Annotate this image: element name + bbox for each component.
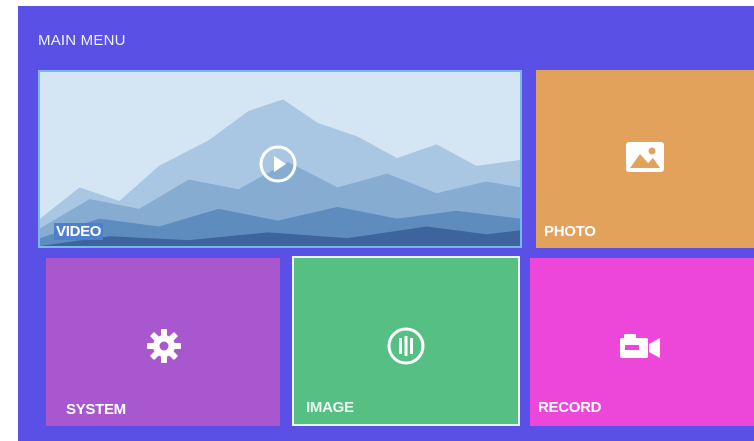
tile-photo[interactable]: PHOTO [536, 70, 754, 248]
tile-image[interactable]: IMAGE [292, 256, 520, 426]
gear-icon [147, 329, 181, 363]
image-icon [626, 142, 664, 172]
tile-label-photo: PHOTO [544, 223, 596, 240]
tile-label-record: RECORD [538, 399, 602, 416]
tile-label-image: IMAGE [306, 399, 354, 416]
main-menu-screen: MAIN MENU VIDEO PHOTO SYSTEM IMAGE RECOR… [18, 6, 754, 441]
sliders-icon [387, 327, 425, 365]
tile-system[interactable]: SYSTEM [46, 258, 280, 426]
tile-label-system: SYSTEM [66, 401, 126, 418]
page-title: MAIN MENU [38, 32, 126, 49]
camcorder-icon [620, 334, 660, 358]
play-icon [259, 145, 297, 183]
tile-video[interactable]: VIDEO [38, 70, 522, 248]
tile-record[interactable]: RECORD [530, 258, 754, 426]
tile-label-video: VIDEO [54, 223, 104, 240]
